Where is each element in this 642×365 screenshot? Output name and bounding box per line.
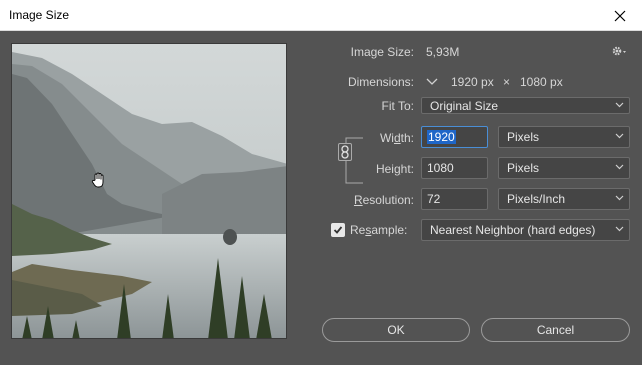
dimensions-label: Dimensions: [347, 75, 414, 89]
gear-icon[interactable] [611, 45, 629, 57]
height-label: Height: [375, 162, 414, 176]
chevron-down-icon [615, 133, 624, 139]
chevron-down-icon [615, 102, 624, 108]
width-input[interactable]: 1920 [421, 126, 488, 148]
close-icon [614, 10, 626, 21]
resolution-unit-value: Pixels/Inch [507, 192, 566, 206]
resolution-unit-select[interactable]: Pixels/Inch [498, 188, 630, 210]
chevron-down-icon [615, 164, 624, 170]
constrain-proportions-toggle[interactable] [338, 143, 352, 161]
link-icon [341, 145, 349, 159]
width-unit-select[interactable]: Pixels [498, 126, 630, 148]
fit-to-label: Fit To: [381, 99, 414, 113]
resolution-input[interactable]: 72 [421, 188, 488, 210]
image-preview[interactable] [11, 43, 287, 339]
title-bar: Image Size [0, 0, 642, 31]
width-label: Width: [379, 131, 414, 145]
resolution-value: 72 [427, 192, 441, 206]
close-button[interactable] [598, 0, 642, 31]
resample-select[interactable]: Nearest Neighbor (hard edges) [421, 219, 630, 241]
resample-checkbox[interactable] [331, 223, 345, 237]
dialog-body: Image Size: 5,93M Dimensions: 1920 px × … [0, 31, 642, 365]
image-size-label: Image Size: [350, 45, 414, 59]
window-title: Image Size [9, 8, 70, 22]
resolution-label: Resolution: [353, 193, 414, 207]
height-unit-value: Pixels [507, 161, 540, 175]
chevron-down-icon[interactable] [425, 75, 439, 89]
fit-to-select[interactable]: Original Size [421, 97, 630, 114]
fit-to-value: Original Size [430, 99, 499, 113]
landscape-preview-image [12, 44, 286, 338]
resample-value: Nearest Neighbor (hard edges) [430, 223, 596, 237]
height-value: 1080 [427, 161, 454, 175]
chevron-down-icon [615, 195, 624, 201]
dimensions-height: 1080 px [520, 75, 563, 89]
width-value: 1920 [427, 130, 456, 144]
hand-cursor-icon [91, 172, 104, 188]
height-unit-select[interactable]: Pixels [498, 157, 630, 179]
resample-label: Resample: [350, 223, 408, 237]
dimensions-width: 1920 px [451, 75, 494, 89]
image-size-value: 5,93M [426, 45, 460, 59]
ok-button[interactable]: OK [322, 318, 470, 342]
height-input[interactable]: 1080 [421, 157, 488, 179]
cancel-button[interactable]: Cancel [481, 318, 630, 342]
checkmark-icon [333, 226, 343, 234]
chevron-down-icon [615, 226, 624, 232]
width-unit-value: Pixels [507, 130, 540, 144]
dimensions-times: × [503, 75, 511, 89]
